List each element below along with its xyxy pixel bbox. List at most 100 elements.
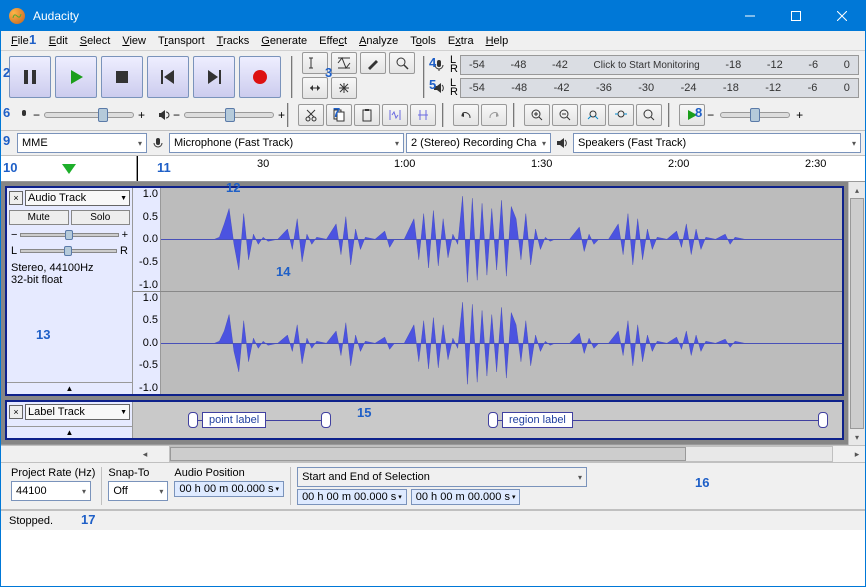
selection-end-field[interactable]: 00 h 00 m 00.000 s▾ — [411, 489, 521, 505]
toolbars: 2 3 4 5 6 7 8 L — [1, 51, 865, 131]
undo-icon[interactable] — [453, 104, 479, 126]
horizontal-scrollbar[interactable]: ◂ ▸ — [1, 445, 865, 463]
track-collapse-button[interactable]: ▲ — [7, 382, 132, 394]
track-info: Stereo, 44100Hz 32-bit float — [7, 259, 132, 289]
waveform-right[interactable] — [161, 292, 842, 395]
playback-volume-slider[interactable] — [184, 112, 274, 118]
status-text: Stopped. — [9, 515, 53, 527]
timeshift-tool-icon[interactable] — [302, 77, 328, 99]
track-collapse-button[interactable]: ▲ — [7, 426, 132, 438]
play-speed-slider[interactable] — [720, 112, 790, 118]
label-handle-icon[interactable] — [321, 412, 331, 428]
tracks-area: 12 13 14 15 × Audio Track Mute Solo −+ L… — [1, 182, 848, 445]
selection-tool-icon[interactable] — [302, 52, 328, 74]
gain-slider[interactable] — [20, 233, 118, 237]
cut-icon[interactable] — [298, 104, 324, 126]
label-text[interactable]: point label — [202, 412, 266, 428]
fit-project-icon[interactable] — [608, 104, 634, 126]
selection-mode-combo[interactable]: Start and End of Selection▾ — [297, 467, 587, 487]
copy-icon[interactable] — [326, 104, 352, 126]
close-button[interactable] — [819, 1, 865, 31]
paste-icon[interactable] — [354, 104, 380, 126]
playback-device-combo[interactable]: Speakers (Fast Track)▾ — [573, 133, 861, 153]
envelope-tool-icon[interactable] — [331, 52, 357, 74]
playback-meter[interactable]: -54-48 -42-36 -30-24 -18-12 -60 — [460, 78, 859, 98]
waveform-left[interactable] — [161, 188, 842, 291]
menu-transport[interactable]: Transport — [152, 33, 211, 49]
stop-button[interactable] — [101, 56, 143, 98]
label-text[interactable]: region label — [502, 412, 573, 428]
project-rate-combo[interactable]: 44100▾ — [11, 481, 91, 501]
zoom-out-icon[interactable] — [552, 104, 578, 126]
speaker-icon — [430, 79, 448, 97]
menu-help[interactable]: Help — [480, 33, 515, 49]
menu-analyze[interactable]: Analyze — [353, 33, 404, 49]
pan-slider[interactable] — [20, 249, 117, 253]
menu-bar: 1 File Edit Select View Transport Tracks… — [1, 31, 865, 51]
label-handle-icon[interactable] — [488, 412, 498, 428]
timeline[interactable]: 10 11 30 1:00 1:30 2:00 2:30 — [1, 156, 865, 182]
track-control-panel: × Audio Track Mute Solo −+ LR Stereo, 44… — [7, 188, 133, 394]
title-bar: Audacity — [1, 1, 865, 31]
snap-to-combo[interactable]: Off▾ — [108, 481, 168, 501]
multi-tool-icon[interactable] — [331, 77, 357, 99]
track-close-button[interactable]: × — [9, 405, 23, 419]
redo-icon[interactable] — [481, 104, 507, 126]
mute-button[interactable]: Mute — [9, 210, 69, 225]
zoom-in-icon[interactable] — [524, 104, 550, 126]
track-menu-dropdown[interactable]: Audio Track — [25, 190, 130, 206]
label-track[interactable]: × Label Track ▲ point label region label — [5, 400, 844, 440]
minimize-button[interactable] — [727, 1, 773, 31]
track-menu-dropdown[interactable]: Label Track — [25, 404, 130, 420]
edit-toolbar — [294, 102, 440, 128]
audio-position-field[interactable]: 00 h 00 m 00.000 s▾ — [174, 481, 284, 497]
playback-cursor — [137, 156, 138, 181]
transport-toolbar — [1, 52, 289, 102]
menu-file[interactable]: File — [5, 33, 35, 49]
recording-meter[interactable]: -54 -48 -42 Click to Start Monitoring -1… — [460, 55, 859, 75]
trim-icon[interactable] — [382, 104, 408, 126]
tools-toolbar — [298, 50, 421, 103]
record-button[interactable] — [239, 56, 281, 98]
maximize-button[interactable] — [773, 1, 819, 31]
label-area[interactable]: point label region label — [133, 402, 842, 438]
mic-icon — [15, 106, 33, 124]
zoom-toggle-icon[interactable] — [636, 104, 662, 126]
skip-end-button[interactable] — [193, 56, 235, 98]
vertical-scale[interactable]: 1.00.5 0.0-0.5 -1.0 — [133, 188, 161, 291]
speaker-icon — [553, 134, 571, 152]
fit-selection-icon[interactable] — [580, 104, 606, 126]
play-button[interactable] — [55, 56, 97, 98]
menu-select[interactable]: Select — [74, 33, 117, 49]
pause-button[interactable] — [9, 56, 51, 98]
label-handle-icon[interactable] — [188, 412, 198, 428]
selection-start-field[interactable]: 00 h 00 m 00.000 s▾ — [297, 489, 407, 505]
menu-tools[interactable]: Tools — [404, 33, 442, 49]
recording-volume-slider[interactable] — [44, 112, 134, 118]
recording-channels-combo[interactable]: 2 (Stereo) Recording Cha▾ — [406, 133, 551, 153]
silence-icon[interactable] — [410, 104, 436, 126]
snap-to-label: Snap-To — [108, 467, 168, 479]
recording-device-combo[interactable]: Microphone (Fast Track)▾ — [169, 133, 404, 153]
track-close-button[interactable]: × — [9, 191, 23, 205]
speaker-icon — [155, 106, 173, 124]
skip-start-button[interactable] — [147, 56, 189, 98]
zoom-tool-icon[interactable] — [389, 52, 415, 74]
vertical-scale[interactable]: 1.00.5 0.0-0.5 -1.0 — [133, 292, 161, 395]
menu-view[interactable]: View — [116, 33, 152, 49]
pinned-play-head-icon[interactable] — [62, 164, 76, 174]
audio-host-combo[interactable]: MME▾ — [17, 133, 147, 153]
solo-button[interactable]: Solo — [71, 210, 131, 225]
label-handle-icon[interactable] — [818, 412, 828, 428]
menu-edit[interactable]: Edit — [43, 33, 74, 49]
play-at-speed-icon[interactable] — [679, 104, 705, 126]
menu-effect[interactable]: Effect — [313, 33, 353, 49]
audio-track[interactable]: × Audio Track Mute Solo −+ LR Stereo, 44… — [5, 186, 844, 396]
device-toolbar: 9 MME▾ Microphone (Fast Track)▾ 2 (Stere… — [1, 131, 865, 156]
mic-icon — [149, 134, 167, 152]
menu-extra[interactable]: Extra — [442, 33, 480, 49]
vertical-scrollbar[interactable]: ▴ ▾ — [848, 182, 865, 445]
menu-generate[interactable]: Generate — [255, 33, 313, 49]
menu-tracks[interactable]: Tracks — [211, 33, 256, 49]
draw-tool-icon[interactable] — [360, 52, 386, 74]
